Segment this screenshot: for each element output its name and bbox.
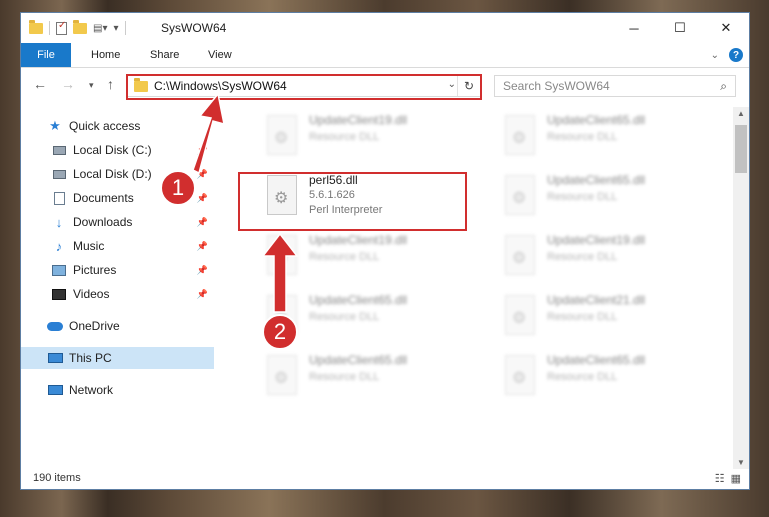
step-2-badge: 2: [262, 314, 298, 350]
step-1-badge: 1: [160, 170, 196, 206]
arrow-to-file: [261, 232, 299, 313]
arrow-to-address: [192, 92, 225, 175]
annotation-arrows: [192, 92, 299, 313]
